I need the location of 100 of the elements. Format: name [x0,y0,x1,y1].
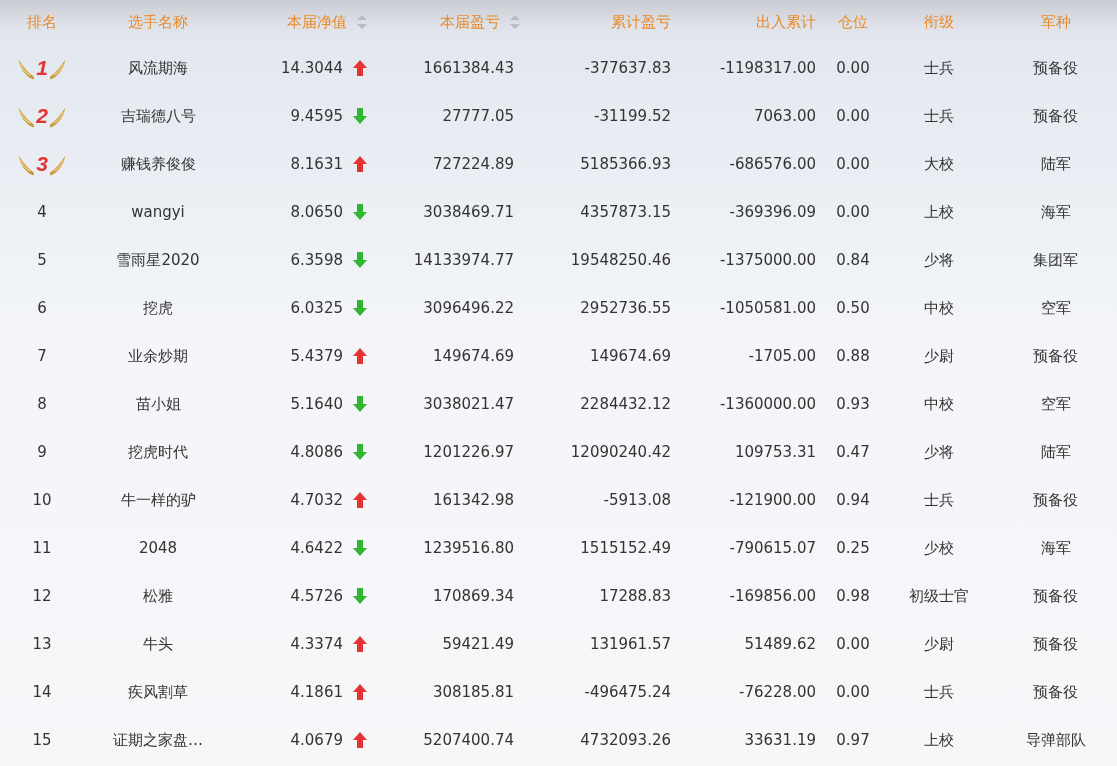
rank-title: 士兵 [924,58,954,78]
position-ratio: 0.84 [836,251,870,269]
session-pnl: 170869.34 [432,587,514,605]
rank-number: 12 [32,587,52,605]
rank-title: 初级士官 [909,586,969,606]
total-pnl: 2284432.12 [580,395,671,413]
column-header[interactable]: 本届净值 [287,12,347,32]
position-ratio: 0.25 [836,539,870,557]
net-deposit: -790615.07 [729,539,816,557]
net-deposit: -1375000.00 [719,251,816,269]
sort-icon[interactable] [510,15,520,29]
total-pnl: 149674.69 [589,347,671,365]
session-pnl: 3038469.71 [423,203,514,221]
column-header: 出入累计 [756,12,816,32]
player-name: 雪雨星2020 [116,250,200,270]
branch: 预备役 [1033,58,1078,78]
rank-title: 士兵 [924,490,954,510]
position-ratio: 0.47 [836,443,870,461]
session-pnl: 161342.98 [432,491,514,509]
rank-number: 14 [32,683,52,701]
total-pnl: -496475.24 [584,683,671,701]
rank-title: 少校 [924,538,954,558]
player-name: 苗小姐 [135,394,181,414]
net-deposit: 7063.00 [753,107,816,125]
rank-number: 9 [37,443,47,461]
position-ratio: 0.00 [836,683,870,701]
total-pnl: -31199.52 [594,107,671,125]
net-value: 8.0650 [290,203,343,221]
rank-title: 少尉 [924,346,954,366]
net-value: 5.1640 [290,395,343,413]
rank-number: 11 [32,539,52,557]
net-value: 14.3044 [280,59,343,77]
total-pnl: 19548250.46 [570,251,671,269]
session-pnl: 59421.49 [442,635,514,653]
net-deposit: -369396.09 [729,203,816,221]
column-header: 衔级 [924,12,954,32]
branch: 预备役 [1033,586,1078,606]
net-value: 4.1861 [290,683,343,701]
session-pnl: 3096496.22 [423,299,514,317]
net-deposit: -1360000.00 [719,395,816,413]
net-deposit: -121900.00 [729,491,816,509]
rank-number: 8 [37,395,47,413]
player-name: 疾风割草 [128,682,188,702]
session-pnl: 5207400.74 [423,731,514,749]
rank-number: 10 [32,491,52,509]
rank-title: 少将 [924,442,954,462]
rank-title: 中校 [924,298,954,318]
position-ratio: 0.00 [836,635,870,653]
medal-rank: 2 [36,104,48,128]
net-value: 8.1631 [290,155,343,173]
rank-title: 上校 [924,730,954,750]
player-name: 赚钱养俊俊 [120,154,196,174]
column-header: 累计盈亏 [611,12,671,32]
rank-number: 7 [37,347,47,365]
branch: 海军 [1040,202,1071,222]
session-pnl: 27777.05 [442,107,514,125]
rank-title: 大校 [924,154,954,174]
position-ratio: 0.97 [836,731,870,749]
rank-title: 少将 [924,250,954,270]
column-header: 排名 [27,12,57,32]
session-pnl: 3038021.47 [423,395,514,413]
branch: 导弹部队 [1025,730,1086,750]
player-name: 风流期海 [128,58,188,78]
column-header[interactable]: 本届盈亏 [440,12,500,32]
rank-number: 6 [37,299,47,317]
column-header: 仓位 [838,12,868,32]
session-pnl: 1239516.80 [423,539,514,557]
branch: 陆军 [1040,154,1071,174]
sort-icon[interactable] [357,15,367,29]
branch: 预备役 [1033,490,1078,510]
player-name: 业余炒期 [128,346,188,366]
branch: 空军 [1040,394,1071,414]
net-value: 6.3598 [290,251,343,269]
net-deposit: 109753.31 [734,443,816,461]
player-name: 松雅 [143,586,173,606]
rank-number: 4 [37,203,47,221]
rank-title: 中校 [924,394,954,414]
total-pnl: -5913.08 [603,491,671,509]
total-pnl: 2952736.55 [580,299,671,317]
position-ratio: 0.00 [836,203,870,221]
position-ratio: 0.88 [836,347,870,365]
net-value: 4.7032 [290,491,343,509]
total-pnl: 17288.83 [599,587,671,605]
rank-title: 士兵 [924,106,954,126]
total-pnl: 12090240.42 [570,443,671,461]
player-name: 吉瑞德八号 [120,106,196,126]
position-ratio: 0.00 [836,107,870,125]
net-deposit: -76228.00 [739,683,816,701]
session-pnl: 1201226.97 [423,443,514,461]
net-value: 4.6422 [290,539,343,557]
rank-number: 5 [37,251,47,269]
net-deposit: 33631.19 [744,731,816,749]
net-deposit: 51489.62 [744,635,816,653]
branch: 预备役 [1033,106,1078,126]
net-value: 4.5726 [290,587,343,605]
rank-title: 上校 [924,202,954,222]
player-name: 挖虎时代 [128,442,188,462]
medal-rank: 1 [36,56,48,80]
total-pnl: 4732093.26 [580,731,671,749]
player-name: 牛头 [143,634,173,654]
